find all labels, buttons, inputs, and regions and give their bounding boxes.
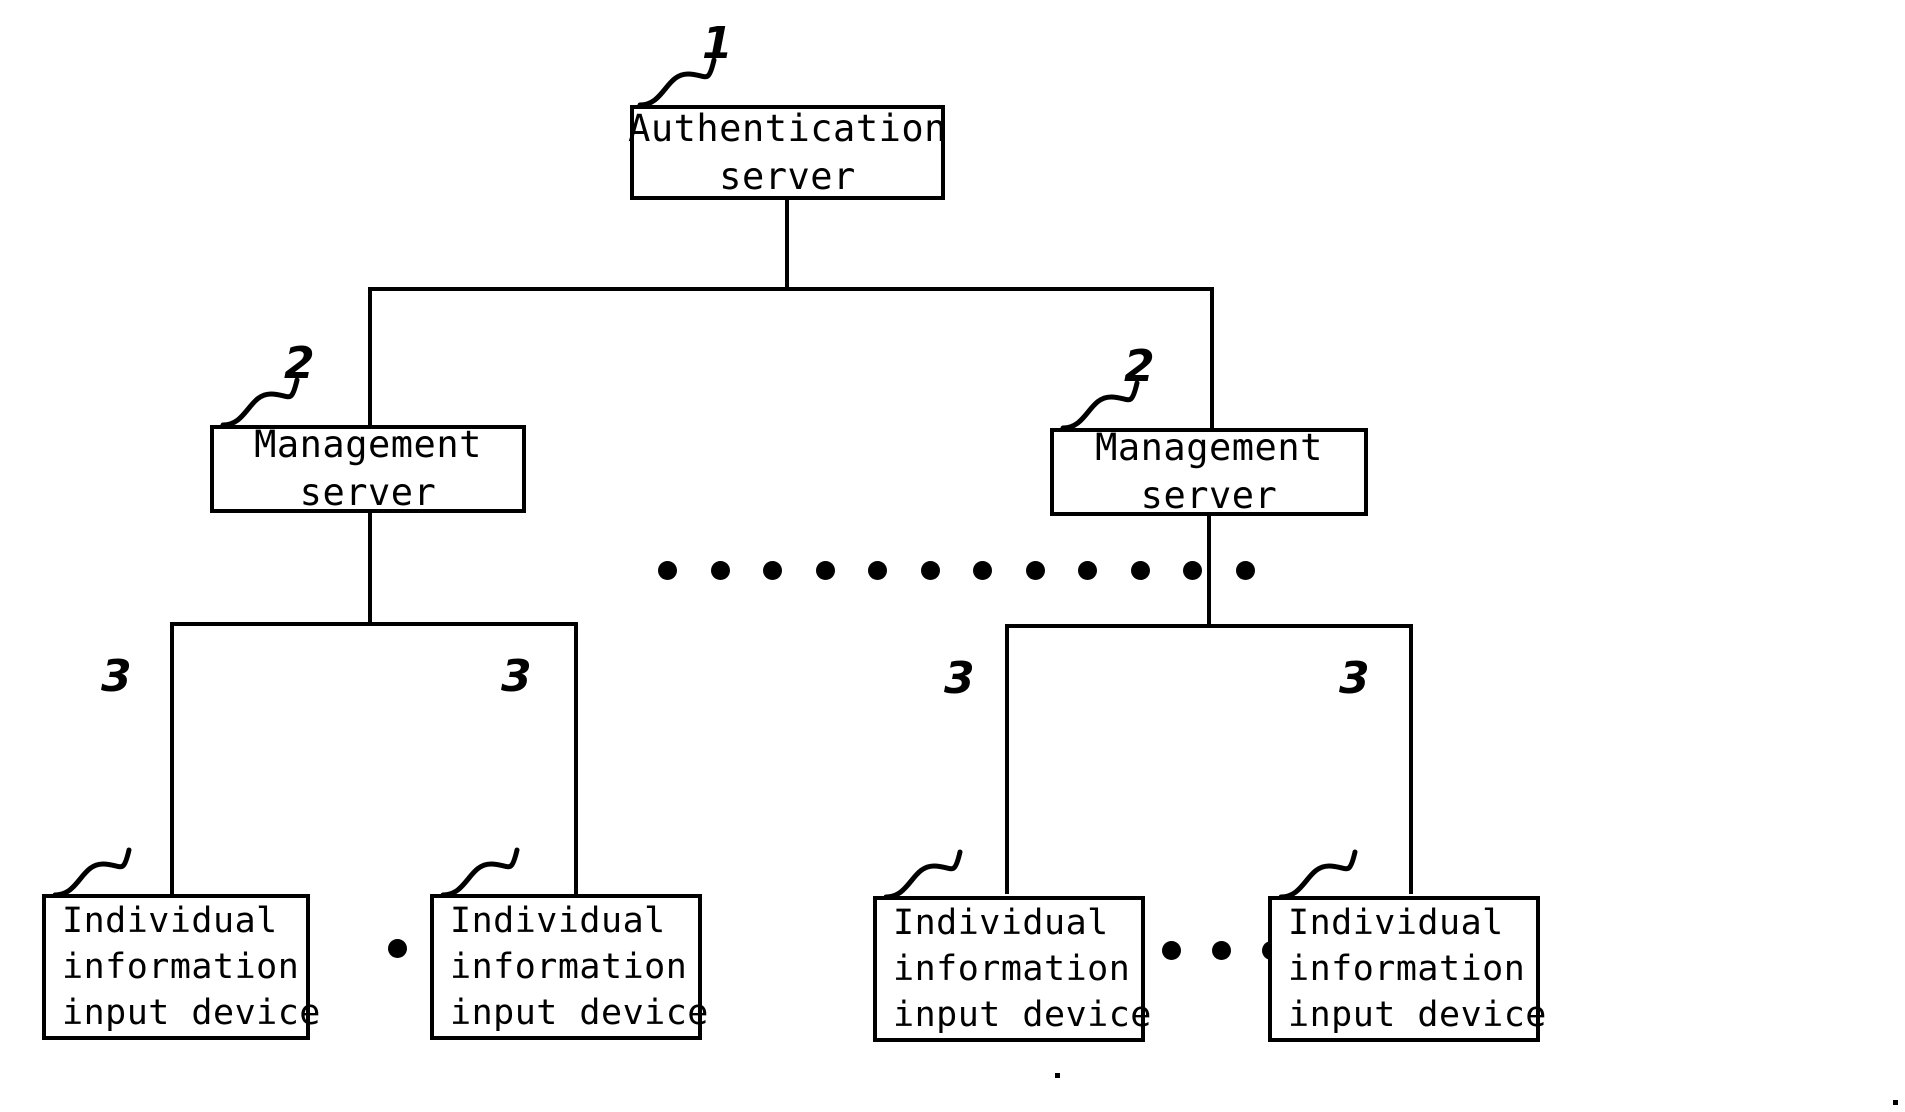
ellipsis-dot — [1025, 561, 1045, 580]
wire-top-bus — [368, 287, 1214, 291]
device-3-label-line2: information — [893, 949, 1131, 989]
ellipsis-dot — [1130, 561, 1150, 580]
ref-number-3-device-4: 3 — [1339, 653, 1370, 704]
ref-number-2-right: 2 — [1124, 341, 1155, 392]
leader-line-ref-3-device-1 — [52, 847, 132, 898]
management-server-right-label-line2: server — [1140, 474, 1278, 517]
wire-bus-to-device-1 — [170, 622, 174, 894]
wire-bus-to-device-2 — [574, 622, 578, 894]
wire-device-bus-left — [170, 622, 578, 626]
device-4-label-line2: information — [1288, 949, 1526, 989]
wire-bus-to-device-4 — [1409, 624, 1413, 894]
device-4-label-line3: input device — [1288, 995, 1547, 1035]
leader-line-ref-3-device-3 — [883, 849, 963, 900]
ellipsis-dot — [815, 561, 835, 580]
ellipsis-dot — [763, 561, 782, 580]
wire-mgmt-right-down — [1207, 514, 1211, 626]
leader-path-3-device-3 — [883, 849, 963, 900]
wire-auth-to-bus — [785, 198, 789, 290]
ellipsis-dot — [388, 939, 407, 958]
ellipsis-dot — [1235, 561, 1255, 580]
scan-speck-2 — [1893, 1100, 1898, 1105]
ref-number-3-device-1: 3 — [101, 651, 132, 702]
leader-line-ref-3-device-2 — [440, 847, 520, 898]
wire-bus-to-device-3 — [1005, 624, 1009, 894]
leader-path-3-device-2 — [440, 847, 520, 898]
device-2-label-line2: information — [450, 947, 688, 987]
ellipsis-dot — [658, 561, 677, 580]
wire-bus-to-mgmt-left — [368, 287, 372, 427]
device-1-label-line2: information — [62, 947, 300, 987]
leader-path-3-device-1 — [52, 847, 132, 898]
ellipsis-dot — [868, 561, 887, 580]
wire-bus-to-mgmt-right — [1210, 287, 1214, 429]
ellipsis-dot — [710, 561, 730, 580]
authentication-server-label-line2: server — [719, 154, 856, 198]
ref-number-1: 1 — [702, 18, 733, 69]
ellipsis-dot — [1078, 561, 1097, 580]
scan-speck-1 — [1055, 1073, 1060, 1078]
ref-number-3-device-2: 3 — [501, 651, 532, 702]
device-1-label-line3: input device — [62, 993, 321, 1033]
leader-path-3-device-4 — [1278, 849, 1358, 900]
wire-device-bus-right — [1005, 624, 1413, 628]
wire-mgmt-left-down — [368, 512, 372, 624]
device-2-label-line3: input device — [450, 993, 709, 1033]
leader-line-ref-3-device-4 — [1278, 849, 1358, 900]
ref-number-3-device-3: 3 — [944, 653, 975, 704]
ref-number-2-left: 2 — [284, 338, 315, 389]
ellipsis-dot — [920, 561, 940, 580]
ellipsis-dot — [1212, 941, 1231, 960]
figure-canvas: Authentication server 1 Management serve… — [0, 0, 1905, 1112]
management-server-left-label-line2: server — [299, 471, 437, 514]
ellipsis-dot — [1162, 941, 1181, 960]
ellipsis-dot — [1183, 561, 1202, 580]
ellipsis-dot — [973, 561, 992, 580]
device-3-label-line3: input device — [893, 995, 1152, 1035]
